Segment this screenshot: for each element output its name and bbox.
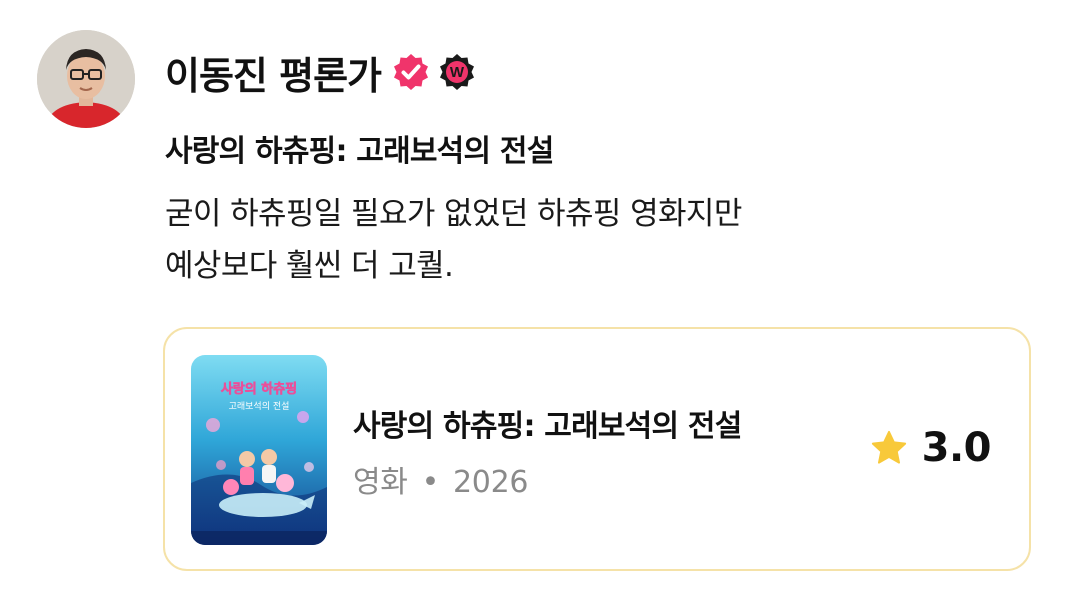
review-line-2: 예상보다 훨씬 더 고퀄.: [165, 248, 454, 284]
avatar[interactable]: [37, 30, 135, 128]
w-badge-letter: W: [450, 64, 465, 81]
review-title: 사랑의 하츄핑: 고래보석의 전설: [165, 134, 554, 169]
movie-category: 영화: [353, 465, 408, 500]
movie-rating: 3.0: [870, 425, 992, 471]
w-badge-icon: W: [437, 52, 477, 92]
verified-check-icon: [391, 52, 431, 92]
rating-value: 3.0: [921, 425, 992, 471]
movie-meta: 영화 • 2026: [353, 457, 528, 501]
star-icon: [871, 430, 906, 464]
movie-poster: 사랑의 하츄핑 고래보석의 전설: [191, 355, 327, 545]
movie-title: 사랑의 하츄핑: 고래보석의 전설: [353, 409, 742, 444]
movie-year: 2026: [453, 465, 529, 500]
author-name[interactable]: 이동진 평론가: [165, 45, 382, 100]
poster-subtitle: 고래보석의 전설: [229, 401, 290, 412]
meta-separator: •: [421, 465, 440, 500]
poster-title: 사랑의 하츄핑: [221, 381, 297, 397]
author-row: 이동진 평론가 W: [165, 44, 477, 100]
avatar-image: [37, 30, 135, 128]
review-body[interactable]: 굳이 하츄핑일 필요가 없었던 하츄핑 영화지만 예상보다 훨씬 더 고퀄.: [165, 188, 1025, 292]
movie-card[interactable]: 사랑의 하츄핑 고래보석의 전설 사랑의 하츄핑: 고래보석의 전설 영화 • 20…: [163, 327, 1031, 571]
review-line-1: 굳이 하츄핑일 필요가 없었던 하츄핑 영화지만: [165, 196, 742, 232]
